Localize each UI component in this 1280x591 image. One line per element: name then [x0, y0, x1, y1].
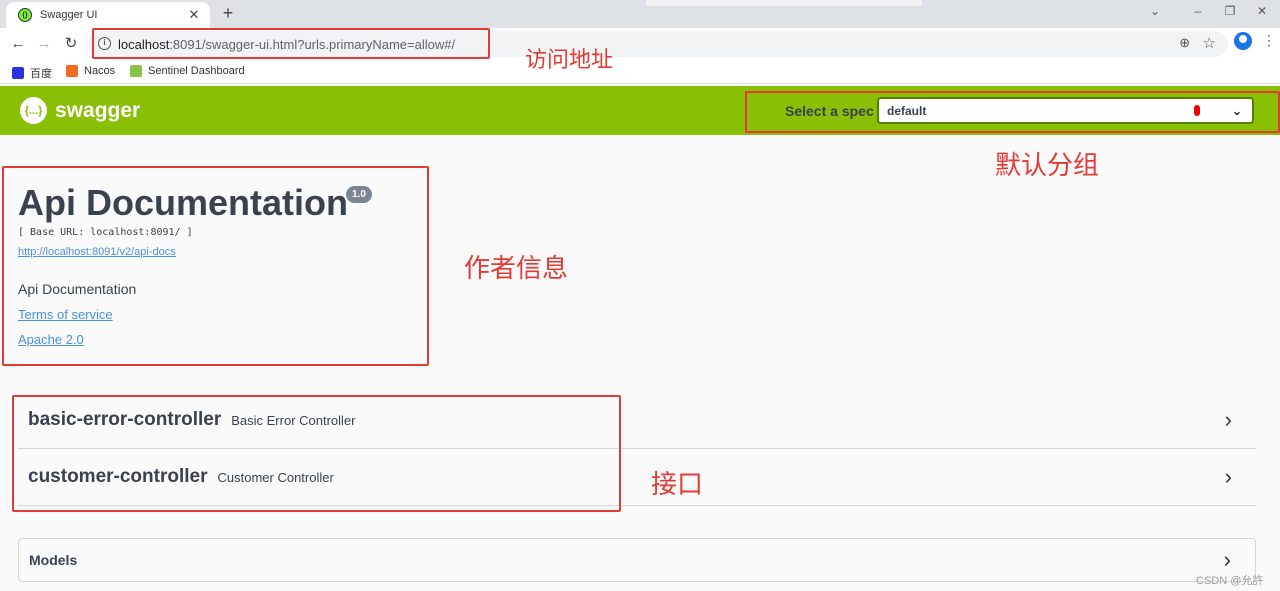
star-bookmark-icon[interactable]: ☆ [1203, 34, 1216, 52]
chevron-right-icon[interactable]: › [1225, 407, 1232, 433]
close-window-icon[interactable]: ✕ [1252, 4, 1272, 18]
zoom-icon[interactable]: ⊕ [1179, 35, 1190, 51]
swagger-logo[interactable]: {...} swagger [20, 97, 140, 124]
annotation-box-address [92, 28, 490, 59]
annotation-author-info-label: 作者信息 [464, 253, 569, 283]
minimize-icon[interactable]: – [1188, 4, 1208, 18]
annotation-default-group-label: 默认分组 [995, 150, 1100, 180]
forward-arrow-icon[interactable]: → [34, 34, 54, 54]
baidu-icon [12, 67, 24, 79]
swagger-logo-icon: {...} [20, 97, 47, 124]
nacos-icon [66, 65, 78, 77]
browser-tab[interactable]: {} Swagger UI ✕ [6, 2, 210, 28]
annotation-box-spec [745, 91, 1280, 133]
models-section[interactable]: Models › [18, 538, 1256, 582]
close-tab-icon[interactable]: ✕ [186, 7, 202, 23]
annotation-interface-label: 接口 [651, 469, 704, 499]
csdn-watermark: CSDN @允許 [1196, 575, 1264, 587]
chevron-down-icon[interactable]: ⌄ [1145, 4, 1165, 18]
swagger-logo-text: swagger [55, 98, 141, 122]
tab-title: Swagger UI [40, 9, 98, 21]
browser-tab-strip: {} Swagger UI ✕ + ⌄ – ❐ ✕ [0, 0, 1280, 28]
chevron-right-icon[interactable]: › [1224, 547, 1231, 573]
profile-avatar-icon[interactable] [1234, 32, 1252, 50]
menu-kebab-icon[interactable]: ⋮ [1262, 32, 1276, 49]
sentinel-icon [130, 65, 142, 77]
annotation-address-label: 访问地址 [525, 47, 614, 72]
bookmark-baidu[interactable]: 百度 [12, 65, 52, 81]
new-tab-button[interactable]: + [218, 4, 238, 24]
reload-icon[interactable]: ↻ [61, 34, 81, 54]
back-arrow-icon[interactable]: ← [8, 34, 28, 54]
bookmarks-bar: 百度 Nacos Sentinel Dashboard [0, 60, 1280, 84]
swagger-favicon-icon: {} [18, 8, 32, 22]
chevron-right-icon[interactable]: › [1225, 464, 1232, 490]
bookmark-sentinel[interactable]: Sentinel Dashboard [130, 65, 245, 77]
annotation-box-operations [12, 395, 621, 512]
strip-block [646, 0, 922, 6]
annotation-box-info [2, 166, 429, 366]
bookmark-nacos[interactable]: Nacos [66, 65, 115, 77]
models-label: Models [29, 552, 78, 568]
restore-icon[interactable]: ❐ [1220, 4, 1240, 18]
